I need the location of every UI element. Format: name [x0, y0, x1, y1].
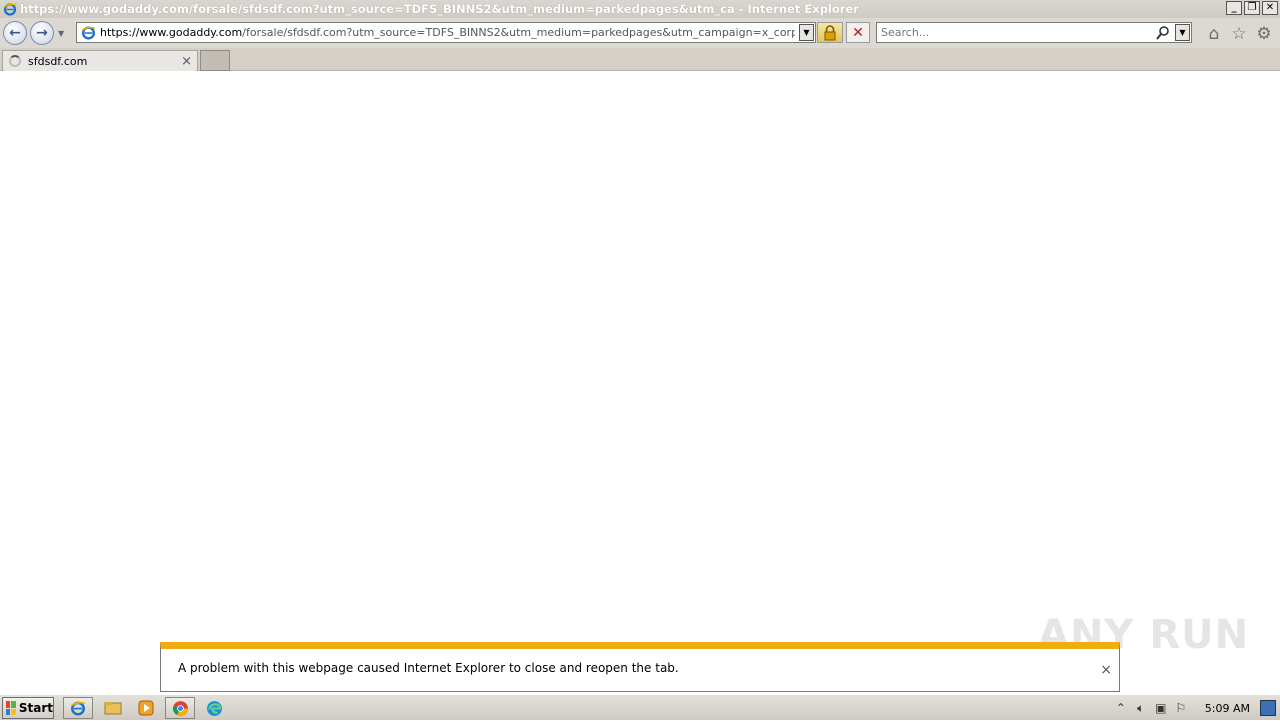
address-dropdown-button[interactable]: ▼: [799, 24, 814, 41]
address-url[interactable]: https://www.godaddy.com/forsale/sfdsdf.c…: [100, 26, 795, 39]
notification-close-icon[interactable]: ×: [1100, 662, 1112, 678]
tab-close-icon[interactable]: ×: [181, 54, 192, 69]
page-content[interactable]: [0, 71, 1280, 694]
start-label: Start: [18, 701, 53, 715]
new-tab-button[interactable]: [200, 50, 230, 71]
search-dropdown-button[interactable]: ▼: [1175, 24, 1190, 41]
taskbar-chrome-button[interactable]: [165, 697, 195, 719]
favorites-star-icon[interactable]: ☆: [1230, 24, 1248, 44]
security-lock-button[interactable]: [817, 22, 843, 43]
tab-row: sfdsdf.com ×: [0, 48, 1280, 71]
window-title: https://www.godaddy.com/forsale/sfdsdf.c…: [20, 2, 859, 16]
edge-icon: [206, 700, 222, 716]
url-domain: godaddy.com: [168, 26, 243, 39]
chevron-down-icon: ▼: [803, 28, 810, 37]
navigation-bar: ← → ▼ https://www.godaddy.com/forsale/sf…: [0, 18, 1280, 48]
taskbar-explorer-button[interactable]: [98, 697, 128, 719]
title-bar: https://www.godaddy.com/forsale/sfdsdf.c…: [0, 0, 1280, 18]
forward-button[interactable]: →: [30, 21, 54, 45]
back-button[interactable]: ←: [3, 21, 27, 45]
network-icon[interactable]: ▣: [1151, 698, 1171, 718]
loading-spinner-icon: [9, 55, 21, 67]
minimize-button[interactable]: _: [1226, 1, 1242, 15]
taskbar-media-player-button[interactable]: [131, 697, 161, 719]
ie-icon: [70, 701, 86, 716]
action-center-flag-icon[interactable]: ⚐: [1171, 698, 1191, 718]
tab-label: sfdsdf.com: [28, 54, 88, 68]
chevron-down-icon: ▼: [1179, 28, 1186, 37]
taskbar-edge-button[interactable]: [199, 697, 229, 719]
stop-button[interactable]: ✕: [846, 22, 870, 43]
tray-expand-icon[interactable]: ⌃: [1111, 698, 1131, 718]
search-input[interactable]: [881, 26, 1151, 39]
notification-bar: A problem with this webpage caused Inter…: [160, 642, 1120, 692]
media-player-icon: [138, 700, 154, 716]
start-button[interactable]: Start: [2, 697, 54, 719]
clock[interactable]: 5:09 AM: [1205, 702, 1250, 715]
folder-icon: [104, 702, 122, 715]
stop-x-icon: ✕: [852, 24, 864, 41]
chrome-icon: [172, 700, 188, 716]
restore-button[interactable]: ❐: [1244, 1, 1260, 15]
system-tray: ⌃ 🔈︎ ▣ ⚐ 5:09 AM: [1111, 695, 1280, 721]
url-path: /forsale/sfdsdf.com?utm_source=TDFS_BINN…: [242, 26, 795, 39]
close-window-button[interactable]: ✕: [1262, 1, 1278, 15]
search-box[interactable]: ▼: [876, 22, 1192, 43]
ie-page-icon: [79, 24, 97, 42]
address-bar[interactable]: https://www.godaddy.com/forsale/sfdsdf.c…: [76, 22, 816, 43]
forward-arrow-icon: →: [36, 25, 48, 41]
show-desktop-icon[interactable]: [1260, 700, 1276, 716]
notification-message: A problem with this webpage caused Inter…: [178, 661, 679, 675]
search-icon[interactable]: [1155, 25, 1171, 41]
lock-icon: [824, 24, 836, 40]
ie-icon: [3, 3, 17, 16]
windows-logo-icon: [6, 701, 16, 715]
recent-pages-dropdown-icon[interactable]: ▼: [58, 29, 64, 38]
home-icon[interactable]: ⌂: [1205, 24, 1223, 44]
taskbar-ie-button[interactable]: [63, 697, 93, 719]
url-prefix: https://www.: [100, 26, 169, 39]
back-arrow-icon: ←: [9, 25, 21, 41]
tab-sfdsdf[interactable]: sfdsdf.com ×: [2, 50, 198, 71]
taskbar: Start ⌃ 🔈︎ ▣ ⚐ 5:09 AM: [0, 694, 1280, 720]
volume-icon[interactable]: 🔈︎: [1131, 698, 1151, 718]
gear-icon[interactable]: ⚙: [1255, 24, 1273, 44]
